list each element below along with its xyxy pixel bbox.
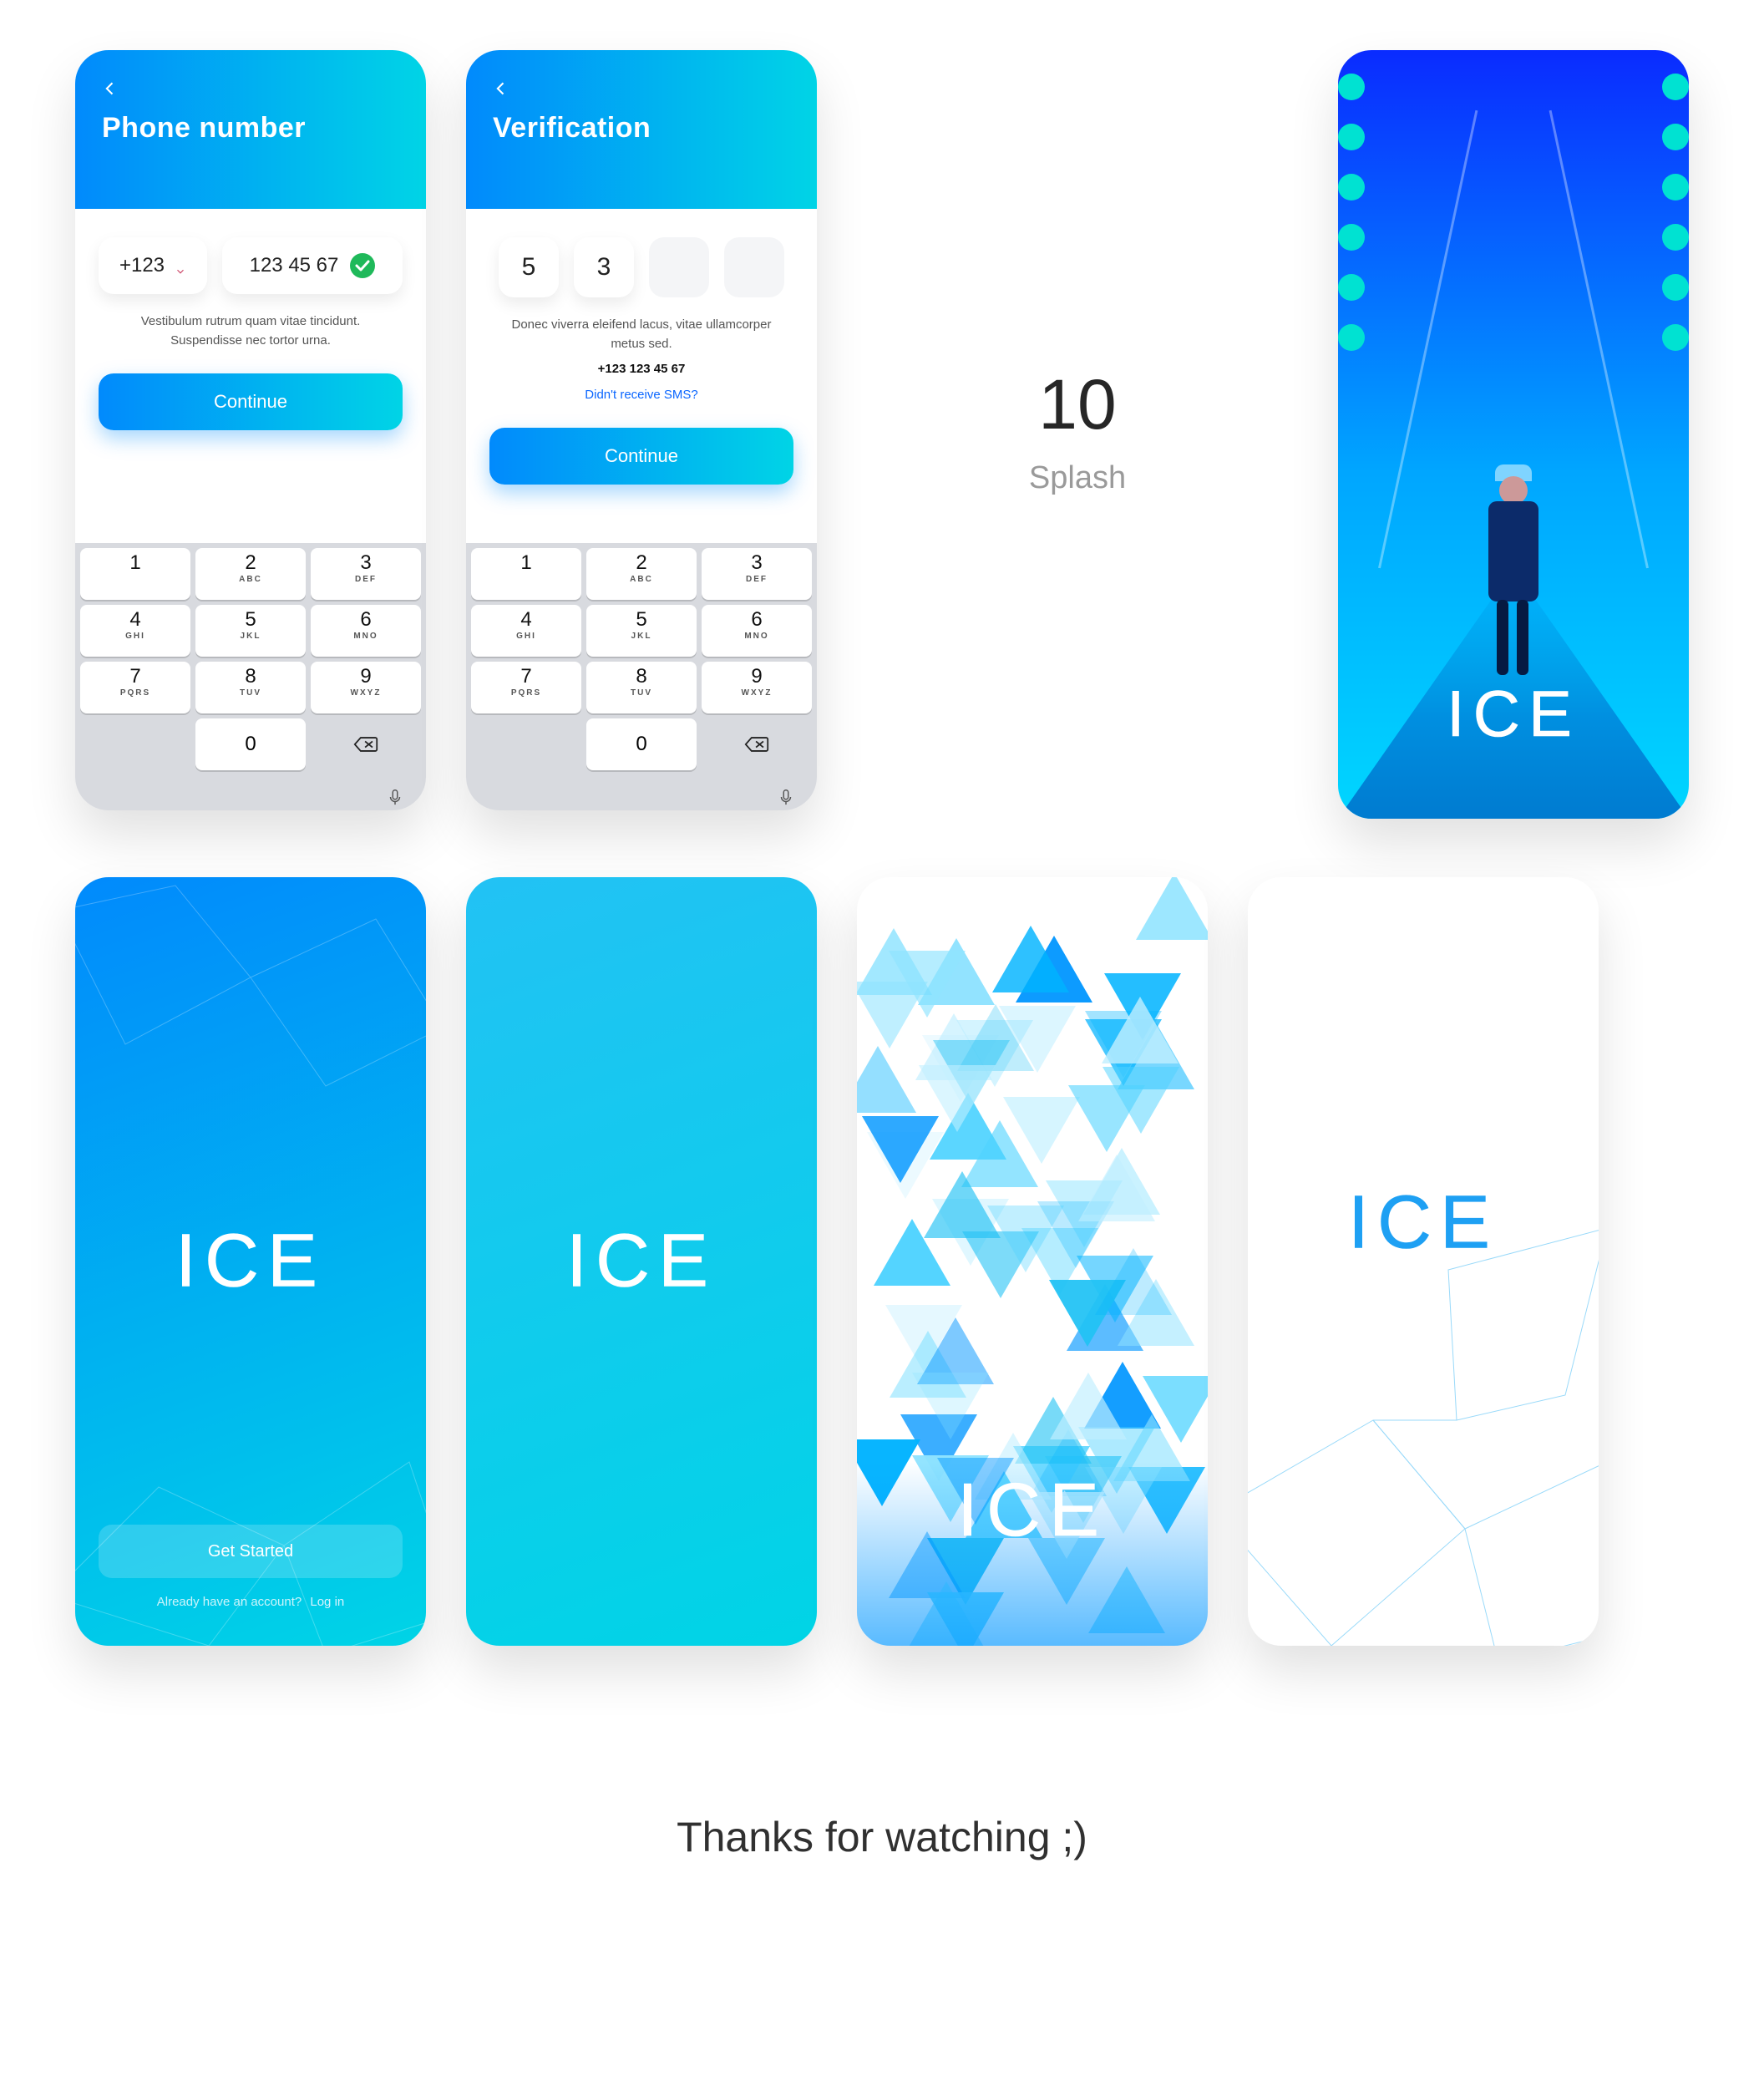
page-title: Phone number — [102, 112, 399, 145]
keypad-blank — [471, 718, 581, 770]
section-number: 10 — [1038, 364, 1116, 445]
screen-splash-3: ICE — [857, 877, 1208, 1646]
already-label: Already have an account? — [157, 1595, 302, 1609]
chevron-down-icon — [175, 260, 186, 272]
continue-button[interactable]: Continue — [489, 428, 793, 485]
logo: ICE — [1338, 676, 1689, 752]
country-code-select[interactable]: +123 — [99, 237, 207, 294]
screen-splash-1: ICE Get Started Already have an account?… — [75, 877, 426, 1646]
keypad-key-3[interactable]: 3DEF — [702, 548, 812, 600]
screen-splash-2: ICE — [466, 877, 817, 1646]
screen-splash-4: ICE — [1248, 877, 1599, 1646]
keypad-key-8[interactable]: 8TUV — [586, 662, 697, 713]
section-label: 10 Splash — [857, 50, 1298, 810]
continue-button[interactable]: Continue — [99, 373, 403, 430]
header: Phone number — [75, 50, 426, 209]
keypad-key-2[interactable]: 2ABC — [195, 548, 306, 600]
phone-number-value: 123 45 67 — [250, 254, 339, 277]
logo: ICE — [857, 1468, 1208, 1554]
get-started-button[interactable]: Get Started — [99, 1525, 403, 1578]
numeric-keypad: 12ABC3DEF 4GHI5JKL6MNO 7PQRS8TUV9WXYZ 0 — [75, 543, 426, 810]
logo: ICE — [1248, 1180, 1599, 1266]
keypad-key-0[interactable]: 0 — [586, 718, 697, 770]
otp-digit-3[interactable] — [649, 237, 709, 297]
screen-splash-hero: ICE — [1338, 50, 1689, 819]
keypad-key-1[interactable]: 1 — [80, 548, 190, 600]
keypad-blank — [80, 718, 190, 770]
mic-icon[interactable] — [386, 788, 404, 810]
keypad-key-2[interactable]: 2ABC — [586, 548, 697, 600]
help-text: Donec viverra eleifend lacus, vitae ulla… — [494, 316, 788, 353]
otp-digit-1[interactable]: 5 — [499, 237, 559, 297]
back-icon[interactable] — [102, 80, 119, 97]
page-title: Verification — [493, 112, 790, 145]
keypad-key-3[interactable]: 3DEF — [311, 548, 421, 600]
keypad-key-8[interactable]: 8TUV — [195, 662, 306, 713]
keypad-key-7[interactable]: 7PQRS — [471, 662, 581, 713]
logo: ICE — [75, 1219, 426, 1305]
keypad-key-0[interactable]: 0 — [195, 718, 306, 770]
header: Verification — [466, 50, 817, 209]
keypad-key-7[interactable]: 7PQRS — [80, 662, 190, 713]
phone-display: +123 123 45 67 — [494, 360, 788, 379]
resend-sms-link[interactable]: Didn't receive SMS? — [494, 386, 788, 405]
keypad-key-5[interactable]: 5JKL — [586, 605, 697, 657]
keypad-key-4[interactable]: 4GHI — [80, 605, 190, 657]
check-circle-icon — [350, 253, 375, 278]
section-name: Splash — [1029, 460, 1126, 496]
person-illustration — [1488, 501, 1538, 601]
login-link[interactable]: Log in — [310, 1595, 344, 1609]
otp-digit-2[interactable]: 3 — [574, 237, 634, 297]
keypad-key-4[interactable]: 4GHI — [471, 605, 581, 657]
backspace-icon[interactable] — [311, 718, 421, 770]
login-prompt: Already have an account? Log in — [99, 1595, 403, 1609]
keypad-key-6[interactable]: 6MNO — [702, 605, 812, 657]
footer-thanks: Thanks for watching ;) — [75, 1813, 1689, 1861]
backspace-icon[interactable] — [702, 718, 812, 770]
keypad-key-9[interactable]: 9WXYZ — [702, 662, 812, 713]
keypad-key-6[interactable]: 6MNO — [311, 605, 421, 657]
screen-verification: Verification 5 3 Donec viverra eleifend … — [466, 50, 817, 810]
numeric-keypad: 12ABC3DEF 4GHI5JKL6MNO 7PQRS8TUV9WXYZ 0 — [466, 543, 817, 810]
mic-icon[interactable] — [777, 788, 795, 810]
keypad-key-9[interactable]: 9WXYZ — [311, 662, 421, 713]
country-code-value: +123 — [119, 254, 165, 277]
keypad-key-5[interactable]: 5JKL — [195, 605, 306, 657]
logo: ICE — [466, 1219, 817, 1305]
phone-number-input[interactable]: 123 45 67 — [222, 237, 403, 294]
otp-digit-4[interactable] — [724, 237, 784, 297]
keypad-key-1[interactable]: 1 — [471, 548, 581, 600]
screen-phone-number: Phone number +123 123 45 67 Vestibulum — [75, 50, 426, 810]
back-icon[interactable] — [493, 80, 509, 97]
help-text: Vestibulum rutrum quam vitae tincidunt. … — [104, 312, 398, 350]
